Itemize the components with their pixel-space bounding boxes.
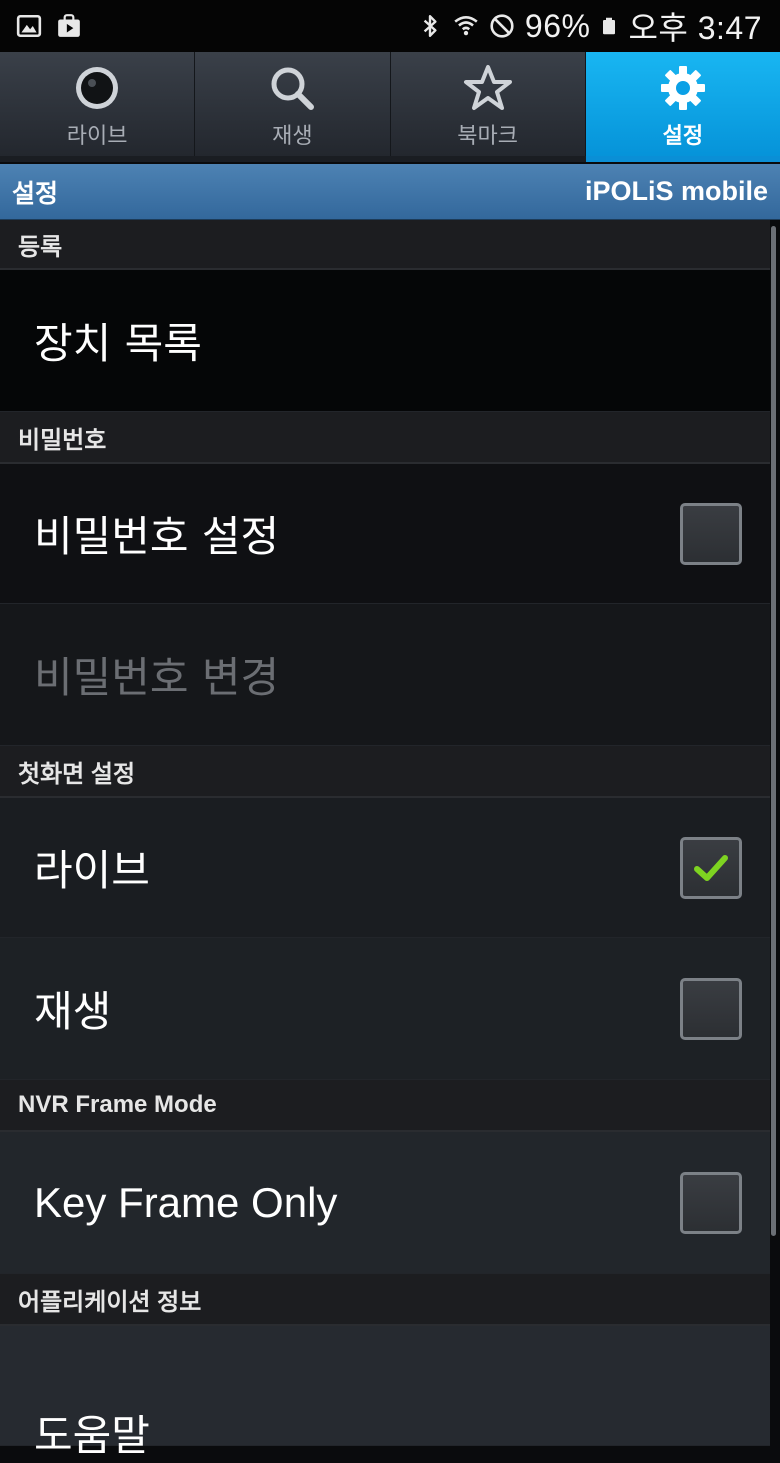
title-bar: 설정 iPOLiS mobile — [0, 164, 780, 220]
gallery-icon — [16, 14, 42, 38]
search-icon — [271, 67, 315, 110]
list-item-device-list[interactable]: 장치 목록 — [0, 270, 770, 412]
section-header-nvr-frame-mode: NVR Frame Mode — [0, 1080, 770, 1132]
store-bag-icon — [58, 14, 80, 37]
section-header-password: 비밀번호 — [0, 412, 770, 464]
list-item-password-setting[interactable]: 비밀번호 설정 — [0, 464, 770, 604]
tab-live[interactable]: 라이브 — [0, 52, 196, 160]
section-header-label: 등록 — [18, 233, 63, 261]
list-item-password-change: 비밀번호 변경 — [0, 604, 770, 746]
scrollbar[interactable] — [771, 226, 776, 1236]
status-bar: 96% 오후 3:47 — [0, 0, 780, 52]
section-header-app-info: 어플리케이션 정보 — [0, 1274, 770, 1326]
settings-list: 등록 장치 목록 비밀번호 비밀번호 설정 비밀번호 변경 첫화면 설정 라이브… — [0, 220, 770, 1460]
start-live-checkbox[interactable] — [680, 836, 742, 899]
section-header-start-screen: 첫화면 설정 — [0, 746, 770, 798]
list-item-key-frame-only[interactable]: Key Frame Only — [0, 1132, 770, 1274]
battery-percent: 96% — [524, 7, 591, 44]
status-bar-left — [0, 13, 82, 39]
list-item-label: 재생 — [34, 987, 112, 1036]
battery-icon — [603, 17, 616, 35]
live-icon — [76, 67, 119, 109]
section-header-label: 첫화면 설정 — [18, 760, 136, 788]
tab-bar: 라이브 재생 북마크 설정 — [0, 52, 780, 160]
list-item-label: 비밀번호 설정 — [34, 512, 280, 561]
tab-indicator — [586, 156, 780, 162]
tab-playback[interactable]: 재생 — [195, 52, 391, 160]
clock: 오후 3:47 — [628, 10, 762, 46]
list-item-label: 라이브 — [34, 846, 150, 895]
do-not-disturb-icon — [490, 14, 514, 38]
check-icon — [694, 854, 728, 881]
tab-bookmark[interactable]: 북마크 — [391, 52, 586, 160]
section-header-label: NVR Frame Mode — [18, 1091, 217, 1118]
start-playback-checkbox[interactable] — [680, 977, 742, 1040]
list-item-help[interactable]: 도움말 — [0, 1326, 770, 1460]
tab-bookmark-label: 북마크 — [457, 124, 518, 149]
tab-settings-label: 설정 — [662, 124, 704, 149]
gear-icon — [660, 66, 705, 110]
tab-settings[interactable]: 설정 — [585, 52, 780, 160]
page-title: 설정 — [12, 179, 59, 208]
key-frame-only-checkbox[interactable] — [680, 1171, 742, 1234]
app-name: iPOLiS mobile — [584, 176, 768, 206]
tab-indicator-track — [0, 156, 780, 162]
tab-playback-label: 재생 — [272, 124, 313, 149]
section-header-label: 어플리케이션 정보 — [18, 1288, 202, 1316]
list-item-label: 도움말 — [34, 1411, 150, 1460]
section-header-registration: 등록 — [0, 220, 770, 270]
bluetooth-icon — [423, 15, 437, 37]
status-bar-right: 96% 오후 3:47 — [417, 3, 780, 49]
list-item-start-playback[interactable]: 재생 — [0, 938, 770, 1080]
list-item-label: 장치 목록 — [34, 319, 202, 368]
list-item-label: 비밀번호 변경 — [34, 653, 280, 702]
wifi-icon — [454, 16, 478, 36]
star-icon — [463, 65, 512, 110]
list-item-label: Key Frame Only — [34, 1178, 338, 1226]
tab-live-label: 라이브 — [66, 124, 128, 149]
list-item-start-live[interactable]: 라이브 — [0, 798, 770, 938]
password-setting-checkbox[interactable] — [680, 502, 742, 565]
section-header-label: 비밀번호 — [18, 426, 107, 454]
